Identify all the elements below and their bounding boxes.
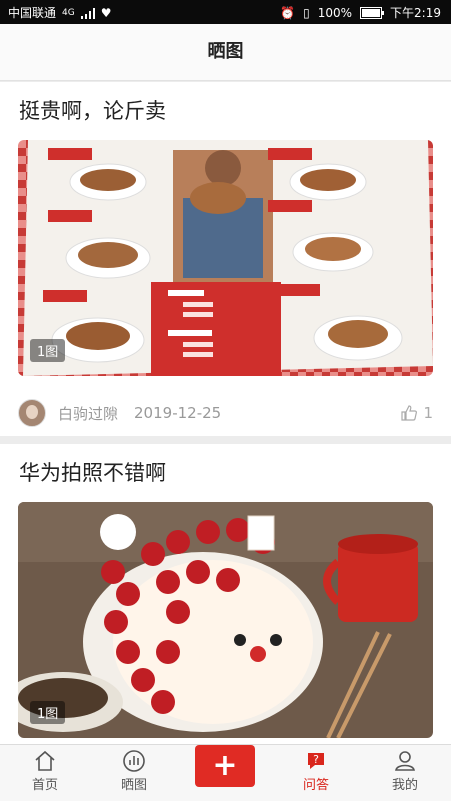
network-type-label: 4G [62,7,75,18]
thumbs-up-icon [401,405,418,421]
user-icon [395,751,415,771]
tab-mine[interactable]: 我的 [370,745,440,801]
vibrate-icon: ▯ [303,5,310,20]
cake-photo-illustration [18,502,433,738]
tab-shaitu[interactable]: 晒图 [99,745,169,801]
post-date: 2019-12-25 [134,404,222,422]
avatar[interactable] [18,399,46,427]
tab-home[interactable]: 首页 [10,745,80,801]
signal-icon [80,7,95,19]
post-title[interactable]: 华为拍照不错啊 [19,457,166,487]
post-title[interactable]: 挺贵啊，论斤卖 [19,95,166,125]
image-count-badge: 1图 [30,339,66,362]
page-title: 晒图 [0,24,451,81]
add-icon: + [212,748,238,783]
heart-icon: ♥ [100,5,112,20]
post-photo[interactable]: 1图 [18,502,433,738]
like-count: 1 [423,404,433,422]
add-post-button[interactable]: + [195,745,255,787]
tab-label: 我的 [391,778,418,793]
like-button[interactable]: 1 [401,404,433,422]
tab-label: 晒图 [120,778,147,793]
battery-icon [360,6,385,19]
post-photo[interactable]: 1图 [18,140,433,376]
post-card[interactable]: 华为拍照不错啊 1图 [0,444,451,744]
tab-wenda[interactable]: ? 问答 [281,745,351,801]
author-name[interactable]: 白驹过隙 [58,403,118,424]
status-bar: 中国联通 4G ♥ ⏰ ▯ 100% 下午2:19 [0,0,451,24]
question-bubble-icon: ? [308,753,324,769]
battery-percent-label: 100% [317,5,353,20]
alarm-icon: ⏰ [280,5,296,20]
home-icon [35,750,55,771]
post-card[interactable]: 挺贵啊，论斤卖 1图 白驹过隙 2019-12-25 1 [0,82,451,436]
tab-label: 首页 [31,778,58,793]
chart-icon [123,750,145,772]
menu-photo-illustration [18,140,433,376]
tab-label: 问答 [302,778,329,793]
post-meta: 白驹过隙 2019-12-25 1 [18,398,433,428]
image-count-badge: 1图 [30,701,66,724]
carrier-label: 中国联通 [8,6,57,20]
bottom-tab-bar: 首页 晒图 + ? 问答 我的 [0,744,451,801]
svg-text:?: ? [313,753,319,766]
clock-label: 下午2:19 [390,6,441,20]
